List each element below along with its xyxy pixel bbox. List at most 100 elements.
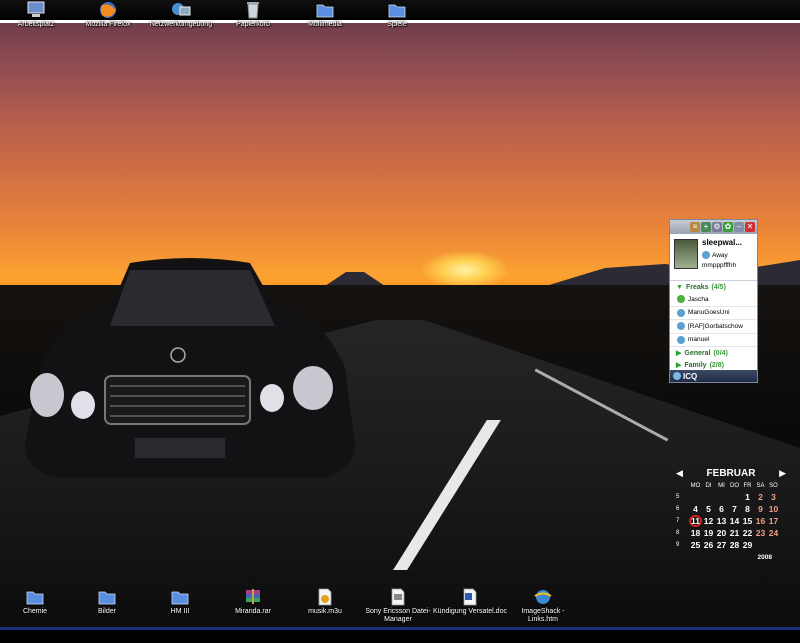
car-image — [25, 258, 355, 478]
calendar-widget: ◀ FEBRUAR ▶ MO DI MI DO FR SA SO 5 1 2 3 6 4 5 6 7 8 9 10 7… — [676, 466, 786, 562]
calendar-day[interactable]: 25 — [689, 539, 702, 551]
calendar-day[interactable]: 19 — [702, 527, 715, 539]
calendar-day — [715, 491, 728, 503]
calendar-day[interactable]: 4 — [689, 503, 702, 515]
calendar-day[interactable]: 18 — [689, 527, 702, 539]
status-selector[interactable]: Away — [702, 251, 728, 259]
desktop-icon-imageshack-htm[interactable]: ImageShack - Links.htm — [506, 588, 580, 624]
calendar-day[interactable]: 28 — [728, 539, 741, 551]
desktop-icon-papierkorb[interactable]: Papierkorb — [216, 1, 290, 29]
online-flower-icon — [677, 295, 685, 304]
calendar-day[interactable]: 24 — [767, 527, 780, 539]
icon-label: Spiele — [387, 21, 407, 28]
calendar-day[interactable]: 14 — [728, 515, 741, 527]
contact-item[interactable]: manuel — [670, 334, 757, 347]
away-flower-icon — [677, 322, 685, 331]
desktop-icon-kuendigung-doc[interactable]: Kündigung Versatel.doc — [433, 588, 507, 616]
group-name: Freaks — [685, 283, 709, 291]
icon-label: musik.m3u — [308, 608, 342, 615]
prev-month-icon[interactable]: ◀ — [676, 468, 683, 479]
desktop-icon-spiele[interactable]: Spiele — [360, 1, 434, 29]
calendar-day[interactable]: 5 — [702, 503, 715, 515]
calendar-week-number: 9 — [676, 542, 680, 548]
status-message[interactable]: mmpppfffhh — [702, 262, 736, 269]
status-label: Away — [712, 251, 728, 259]
desktop-icon-arbeitsplatz[interactable]: Arbeitsplatz — [0, 1, 73, 29]
calendar-day — [702, 491, 715, 503]
status-flower-icon[interactable]: ✿ — [723, 222, 733, 232]
app-shortcut-icon — [391, 588, 405, 606]
calendar-day[interactable]: 20 — [715, 527, 728, 539]
icq-main-menu-button[interactable]: ICQ — [670, 370, 757, 382]
desktop-icon-bilder[interactable]: Bilder — [70, 588, 144, 616]
folder-icon — [316, 4, 334, 18]
contact-item[interactable]: Jascha — [670, 293, 757, 307]
calendar-day[interactable]: 21 — [728, 527, 741, 539]
firefox-icon — [100, 2, 116, 18]
icon-label: Chemie — [22, 608, 48, 615]
calendar-day[interactable]: 16 — [754, 515, 767, 527]
calendar-day[interactable]: 9 — [754, 503, 767, 515]
calendar-day[interactable]: 23 — [754, 527, 767, 539]
icq-flower-icon — [673, 372, 681, 380]
bottom-taskbar — [0, 627, 800, 643]
icq-toolbar: ≡ + ⚙ ✿ – ✕ — [670, 220, 757, 234]
calendar-day[interactable]: 15 — [741, 515, 754, 527]
calendar-day-header: MI — [718, 483, 725, 489]
calendar-day[interactable]: 6 — [715, 503, 728, 515]
calendar-week-number: 7 — [676, 518, 680, 524]
calendar-day[interactable]: 3 — [767, 491, 780, 503]
minimize-icon[interactable]: – — [734, 222, 744, 232]
calendar-day[interactable]: 7 — [728, 503, 741, 515]
icq-contact-list-window[interactable]: ≡ + ⚙ ✿ – ✕ sleepwal... Away mmpppfffhh … — [669, 219, 758, 383]
calendar-day-header: SO — [769, 483, 778, 489]
menu-icon[interactable]: ≡ — [690, 222, 700, 232]
calendar-month: FEBRUAR — [706, 467, 756, 479]
username: sleepwal... — [702, 238, 743, 247]
calendar-day[interactable]: 10 — [767, 503, 780, 515]
desktop-icon-miranda-rar[interactable]: Miranda.rar — [216, 588, 290, 616]
word-document-icon — [463, 588, 477, 606]
icq-label: ICQ — [683, 371, 698, 381]
calendar-day[interactable]: 1 — [741, 491, 754, 503]
icon-label: Papierkorb — [236, 21, 270, 28]
desktop-icon-firefox[interactable]: Mozilla Firefox — [71, 1, 145, 29]
avatar — [674, 239, 698, 269]
desktop-icon-hm-iii[interactable]: HM III — [143, 588, 217, 616]
calendar-day[interactable]: 26 — [702, 539, 715, 551]
group-general[interactable]: ▶ General (0/4) — [670, 347, 757, 359]
add-contact-icon[interactable]: + — [701, 222, 711, 232]
calendar-day[interactable]: 22 — [741, 527, 754, 539]
desktop-icon-musik-m3u[interactable]: musik.m3u — [288, 588, 362, 616]
calendar-day[interactable]: 8 — [741, 503, 754, 515]
group-freaks[interactable]: ▼ Freaks (4/5) — [670, 281, 757, 293]
calendar-week-number: 8 — [676, 530, 680, 536]
next-month-icon[interactable]: ▶ — [779, 468, 786, 479]
calendar-day[interactable]: 13 — [715, 515, 728, 527]
calendar-day[interactable]: 27 — [715, 539, 728, 551]
calendar-day[interactable]: 2 — [754, 491, 767, 503]
folder-icon — [98, 591, 116, 605]
calendar-week-number: 6 — [676, 506, 680, 512]
calendar-day[interactable]: 17 — [767, 515, 780, 527]
contact-name: manuel — [688, 336, 710, 344]
contact-item[interactable]: [RAF]Gorbatschow — [670, 320, 757, 334]
desktop-icon-multimedia[interactable]: Multimedia — [288, 1, 362, 29]
group-name: Family — [684, 361, 707, 369]
icq-user-panel: sleepwal... Away mmpppfffhh — [670, 234, 757, 281]
calendar-today[interactable]: 11 — [689, 515, 702, 527]
desktop-icon-chemie[interactable]: Chemie — [0, 588, 72, 616]
desktop-icon-sony-ericsson[interactable]: Sony Ericsson Datei-Manager — [361, 588, 435, 624]
icon-label: Miranda.rar — [235, 608, 271, 615]
away-flower-icon — [677, 335, 685, 344]
calendar-day[interactable]: 29 — [741, 539, 754, 551]
contact-item[interactable]: ManuGoesUni — [670, 307, 757, 320]
calendar-day[interactable]: 12 — [702, 515, 715, 527]
close-icon[interactable]: ✕ — [745, 222, 755, 232]
group-count: (4/5) — [711, 283, 726, 291]
contact-name: ManuGoesUni — [688, 309, 730, 317]
settings-icon[interactable]: ⚙ — [712, 222, 722, 232]
icon-label: Kündigung Versatel.doc — [433, 608, 507, 615]
icon-label: HM III — [170, 608, 190, 615]
desktop-icon-netzwerkumgebung[interactable]: Netzwerkumgebung — [144, 1, 218, 29]
